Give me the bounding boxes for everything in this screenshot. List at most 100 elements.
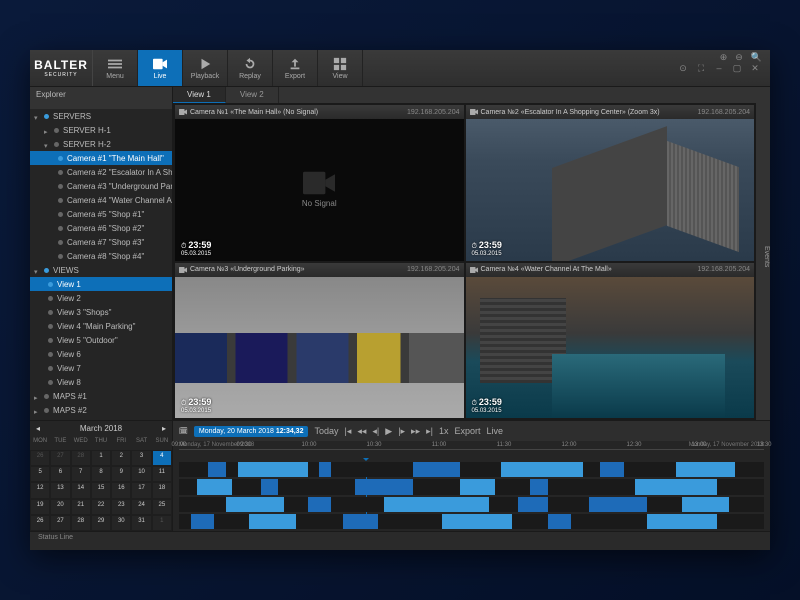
- tree-camera[interactable]: Camera #8 "Shop #4": [30, 249, 172, 263]
- calendar-day[interactable]: 31: [131, 515, 151, 531]
- calendar-day[interactable]: 11: [152, 466, 172, 482]
- calendar-day[interactable]: 18: [152, 482, 172, 498]
- close-icon[interactable]: ✕: [750, 63, 760, 73]
- tree-camera[interactable]: Camera #4 "Water Channel At …: [30, 193, 172, 207]
- tree-camera[interactable]: Camera #2 "Escalator In A Sho…: [30, 165, 172, 179]
- speed-label[interactable]: 1x: [439, 426, 449, 436]
- tab-view-1[interactable]: View 1: [173, 87, 226, 103]
- calendar-day[interactable]: 7: [71, 466, 91, 482]
- calendar-day[interactable]: 1: [91, 450, 111, 466]
- tree-views[interactable]: VIEWS: [30, 263, 172, 277]
- events-panel[interactable]: Events: [756, 87, 770, 420]
- calendar-next-icon[interactable]: ▸: [162, 424, 166, 433]
- tree-view-item[interactable]: View 7: [30, 361, 172, 375]
- export-button[interactable]: Export: [273, 50, 318, 86]
- calendar-day[interactable]: 25: [152, 499, 172, 515]
- timeline-track[interactable]: [179, 462, 764, 477]
- minimize-icon[interactable]: –: [714, 63, 724, 73]
- calendar-day[interactable]: 8: [91, 466, 111, 482]
- calendar-day[interactable]: 6: [50, 466, 70, 482]
- tree-camera[interactable]: Camera #6 "Shop #2": [30, 221, 172, 235]
- tree-view-item[interactable]: View 5 "Outdoor": [30, 333, 172, 347]
- camera-tile-1[interactable]: Camera №1 «The Main Hall» (No Signal)192…: [175, 105, 464, 261]
- calendar-day[interactable]: 3: [131, 450, 151, 466]
- tree-camera[interactable]: Camera #7 "Shop #3": [30, 235, 172, 249]
- calendar-day[interactable]: 24: [131, 499, 151, 515]
- calendar-day[interactable]: 12: [30, 482, 50, 498]
- step-back-icon[interactable]: ◂|: [372, 426, 379, 437]
- timeline-track[interactable]: [179, 479, 764, 494]
- tree-camera[interactable]: Camera #1 "The Main Hall": [30, 151, 172, 165]
- timeline-export-button[interactable]: Export: [454, 426, 480, 436]
- calendar-day[interactable]: 29: [91, 515, 111, 531]
- calendar-day[interactable]: 27: [50, 515, 70, 531]
- playback-button[interactable]: Playback: [183, 50, 228, 86]
- calendar-day[interactable]: 2: [111, 450, 131, 466]
- timeline-track[interactable]: [179, 514, 764, 529]
- pin-icon[interactable]: ⊙: [678, 63, 688, 73]
- maximize-icon[interactable]: ▢: [732, 63, 742, 73]
- calendar-day[interactable]: 14: [71, 482, 91, 498]
- timeline-track[interactable]: [179, 497, 764, 512]
- calendar-day[interactable]: 1: [152, 515, 172, 531]
- today-button[interactable]: Today: [314, 426, 338, 436]
- replay-button[interactable]: Replay: [228, 50, 273, 86]
- calendar-day[interactable]: 22: [91, 499, 111, 515]
- tree-view-item[interactable]: View 4 "Main Parking": [30, 319, 172, 333]
- calendar-day[interactable]: 21: [71, 499, 91, 515]
- calendar-icon[interactable]: 🗓: [179, 427, 188, 435]
- camera-tile-4[interactable]: Camera №4 «Water Channel At The Mall»192…: [466, 263, 755, 419]
- play-icon[interactable]: ▶: [385, 426, 392, 437]
- timeline-ruler[interactable]: 09:0009:3010:0010:3011:0011:3012:0012:30…: [179, 449, 764, 460]
- datetime-display[interactable]: Monday, 20 March 2018 12:34,32: [194, 426, 309, 437]
- tree-maps-1[interactable]: MAPS #1: [30, 389, 172, 403]
- tree-server-2[interactable]: SERVER H-2: [30, 137, 172, 151]
- tree-camera[interactable]: Camera #3 "Underground Parki…: [30, 179, 172, 193]
- calendar-day[interactable]: 15: [91, 482, 111, 498]
- search-icon[interactable]: 🔍: [751, 52, 762, 63]
- calendar-day[interactable]: 28: [71, 515, 91, 531]
- tree-view-item[interactable]: View 3 "Shops": [30, 305, 172, 319]
- zoom-out-icon[interactable]: ⊖: [735, 52, 743, 63]
- calendar-day[interactable]: 26: [30, 515, 50, 531]
- calendar-day[interactable]: 26: [30, 450, 50, 466]
- calendar-day[interactable]: 30: [111, 515, 131, 531]
- calendar-day[interactable]: 23: [111, 499, 131, 515]
- view-button[interactable]: View: [318, 50, 363, 86]
- calendar-day[interactable]: 9: [111, 466, 131, 482]
- tab-view-2[interactable]: View 2: [226, 87, 279, 103]
- calendar-day[interactable]: 5: [30, 466, 50, 482]
- timeline-live-button[interactable]: Live: [486, 426, 503, 436]
- zoom-in-icon[interactable]: ⊕: [720, 52, 728, 63]
- tree-view-item[interactable]: View 6: [30, 347, 172, 361]
- tree-camera[interactable]: Camera #5 "Shop #1": [30, 207, 172, 221]
- tree-view-item[interactable]: View 2: [30, 291, 172, 305]
- skip-start-icon[interactable]: |◂: [345, 426, 352, 437]
- camera-tile-2[interactable]: Camera №2 «Escalator In A Shopping Cente…: [466, 105, 755, 261]
- calendar-day[interactable]: 10: [131, 466, 151, 482]
- calendar-day[interactable]: 17: [131, 482, 151, 498]
- camera-ip: 192.168.205.204: [697, 109, 750, 116]
- calendar-day[interactable]: 20: [50, 499, 70, 515]
- fullscreen-icon[interactable]: ⛶: [696, 63, 706, 73]
- calendar-day[interactable]: 19: [30, 499, 50, 515]
- tree-server-1[interactable]: SERVER H-1: [30, 123, 172, 137]
- live-button[interactable]: Live: [138, 50, 183, 86]
- tree-servers[interactable]: SERVERS: [30, 109, 172, 123]
- tree-view-item[interactable]: View 8: [30, 375, 172, 389]
- step-fwd-icon[interactable]: |▸: [398, 426, 405, 437]
- calendar-day[interactable]: 16: [111, 482, 131, 498]
- calendar-prev-icon[interactable]: ◂: [36, 424, 40, 433]
- tree-view-item[interactable]: View 1: [30, 277, 172, 291]
- rewind-icon[interactable]: ◂◂: [357, 426, 366, 437]
- calendar-day[interactable]: 28: [71, 450, 91, 466]
- skip-end-icon[interactable]: ▸|: [426, 426, 433, 437]
- calendar-day[interactable]: 13: [50, 482, 70, 498]
- calendar-day[interactable]: 27: [50, 450, 70, 466]
- timeline-tracks[interactable]: [179, 462, 764, 529]
- forward-icon[interactable]: ▸▸: [411, 426, 420, 437]
- calendar-day[interactable]: 4: [152, 450, 172, 466]
- tree-maps-2[interactable]: MAPS #2: [30, 403, 172, 417]
- menu-button[interactable]: Menu: [93, 50, 138, 86]
- camera-tile-3[interactable]: Camera №3 «Underground Parking»192.168.2…: [175, 263, 464, 419]
